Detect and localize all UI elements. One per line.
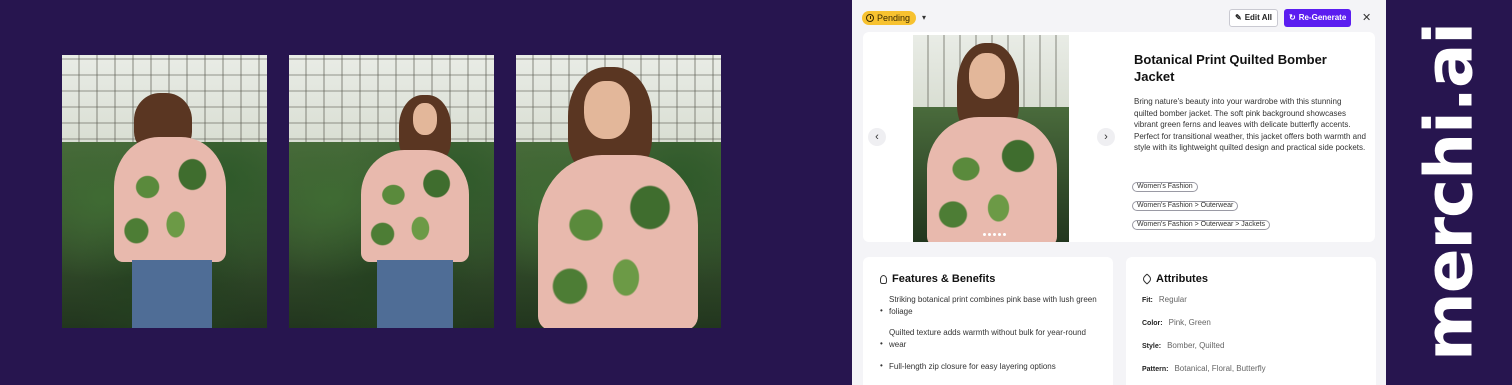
jacket	[114, 137, 226, 262]
carousel-dot[interactable]	[1003, 233, 1006, 236]
tag-icon	[1141, 273, 1153, 285]
product-panel: Pending ▾ ✎ Edit All ↻ Re-Generate ✕ ‹ ›…	[852, 0, 1386, 385]
attribute-value: Botanical, Floral, Butterfly	[1174, 364, 1266, 373]
attributes-title-text: Attributes	[1156, 273, 1208, 285]
carousel-dot[interactable]	[998, 233, 1001, 236]
attribute-value: Regular	[1158, 295, 1187, 304]
regenerate-label: Re-Generate	[1298, 13, 1347, 22]
attributes-card: Attributes Fit: Regular Color: Pink, Green…	[1126, 257, 1376, 385]
attribute-color: Color: Pink, Green	[1142, 318, 1211, 327]
product-title: Botanical Print Quilted Bomber Jacket	[1134, 52, 1327, 84]
attribute-fit: Fit: Regular	[1142, 295, 1187, 304]
toolbar: Pending ▾ ✎ Edit All ↻ Re-Generate ✕	[852, 9, 1386, 27]
lightbulb-icon	[880, 274, 887, 284]
carousel-dot[interactable]	[983, 233, 986, 236]
product-description: Bring nature's beauty into your wardrobe…	[1134, 97, 1366, 152]
product-main-image[interactable]	[913, 35, 1069, 242]
model-face	[969, 53, 1005, 99]
category-tag[interactable]: Women's Fashion > Outerwear > Jackets	[1132, 220, 1271, 230]
feature-item: Quilted texture adds warmth without bulk…	[889, 328, 1086, 349]
carousel-dots	[983, 233, 1006, 236]
attribute-pattern: Pattern: Botanical, Floral, Butterfly	[1142, 364, 1266, 373]
product-card: ‹ › Botanical Print Quilted Bomber Jacke…	[863, 32, 1375, 242]
attribute-label: Color:	[1142, 320, 1163, 327]
edit-all-button[interactable]: ✎ Edit All	[1229, 9, 1278, 27]
chevron-down-icon[interactable]: ▾	[922, 13, 926, 22]
carousel-dot[interactable]	[988, 233, 991, 236]
attribute-value: Bomber, Quilted	[1167, 341, 1225, 350]
feature-item: Full-length zip closure for easy layerin…	[889, 362, 1056, 371]
attributes-title: Attributes	[1141, 273, 1208, 285]
features-title-text: Features & Benefits	[892, 273, 996, 285]
gallery-image-front[interactable]	[516, 55, 721, 328]
jacket	[361, 150, 469, 262]
edit-all-label: Edit All	[1244, 13, 1272, 22]
category-tag[interactable]: Women's Fashion > Outerwear	[1132, 201, 1239, 211]
jeans	[132, 260, 212, 328]
category-tag[interactable]: Women's Fashion	[1132, 182, 1198, 192]
attribute-label: Fit:	[1142, 297, 1153, 304]
status-label: Pending	[877, 13, 911, 23]
refresh-icon: ↻	[1289, 13, 1296, 22]
attribute-label: Style:	[1142, 343, 1162, 350]
bullet-icon: •	[880, 361, 883, 370]
features-card: Features & Benefits Striking botanical p…	[863, 257, 1113, 385]
jacket	[538, 155, 698, 328]
bullet-icon: •	[880, 339, 883, 348]
model-face	[584, 81, 630, 139]
attribute-label: Pattern:	[1142, 366, 1169, 373]
jacket	[927, 117, 1057, 242]
model-face	[413, 103, 437, 135]
carousel-dot[interactable]	[993, 233, 996, 236]
regenerate-button[interactable]: ↻ Re-Generate	[1284, 9, 1352, 27]
attribute-style: Style: Bomber, Quilted	[1142, 341, 1224, 350]
status-badge[interactable]: Pending	[862, 11, 917, 25]
edit-icon: ✎	[1235, 13, 1242, 22]
attribute-value: Pink, Green	[1168, 318, 1211, 327]
brand-logo: merchi.ai	[1410, 22, 1488, 362]
jeans	[377, 260, 453, 328]
feature-item: Striking botanical print combines pink b…	[889, 295, 1097, 316]
carousel-next-button[interactable]: ›	[1097, 128, 1115, 146]
bullet-icon: •	[880, 306, 883, 315]
carousel-prev-button[interactable]: ‹	[868, 128, 886, 146]
features-title: Features & Benefits	[880, 273, 995, 285]
gallery-image-side[interactable]	[289, 55, 494, 328]
gallery-image-back[interactable]	[62, 55, 267, 328]
close-icon[interactable]: ✕	[1362, 11, 1371, 24]
clock-icon	[866, 14, 874, 22]
